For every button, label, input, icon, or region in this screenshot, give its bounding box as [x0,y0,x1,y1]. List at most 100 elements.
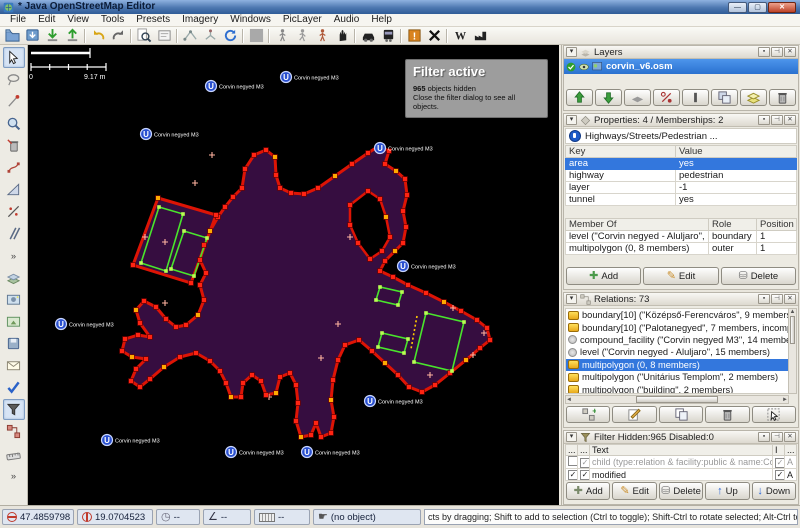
sticky-icon[interactable]: ▪ [758,115,770,125]
vertical-scrollbar[interactable]: ▲ [788,308,797,394]
menu-help[interactable]: Help [365,14,398,26]
walk-a-icon[interactable] [272,27,292,44]
trash-button[interactable] [769,89,796,106]
menu-windows[interactable]: Windows [224,14,277,26]
zoom-tool-icon[interactable] [3,113,25,134]
tag-row[interactable]: areayes [566,158,797,170]
relation-item[interactable]: multipolygon ("building", 2 members) [566,383,788,394]
preset-link[interactable]: Highways/Streets/Pedestrian ... [565,128,797,144]
measure-icon[interactable] [3,443,25,464]
validate-icon[interactable] [3,377,25,398]
layer-opacity-button[interactable] [653,89,680,106]
layer-down-button[interactable] [595,89,622,106]
industrial-icon[interactable] [470,27,490,44]
close-tool-icon[interactable] [424,27,444,44]
hide-checkbox[interactable]: ✓ [580,470,590,480]
menu-view[interactable]: View [61,14,95,26]
refresh-icon[interactable] [220,27,240,44]
minimize-button[interactable]: — [728,2,747,13]
bus-icon[interactable] [378,27,398,44]
edit-tag-button[interactable]: ✎Edit [643,267,718,285]
tag-row[interactable]: tunnelyes [566,194,797,206]
membership-row[interactable]: multipolygon (0, 8 members)outer1 [566,243,797,255]
relation-item[interactable]: boundary[10] ("Palotanegyed", 7 members,… [566,321,788,333]
car-icon[interactable] [358,27,378,44]
layer-marker-button[interactable] [682,89,709,106]
collapse-icon[interactable]: ▾ [566,115,577,125]
sticky-icon[interactable]: ▪ [758,47,770,57]
delete-tag-button[interactable]: ⛁Delete [721,267,796,285]
collapse-icon[interactable]: ▾ [566,432,577,442]
move-up-button[interactable]: ↑Up [705,482,749,500]
sticky-icon[interactable]: ▪ [758,432,770,442]
enable-checkbox[interactable] [568,456,578,466]
letter-w-icon[interactable]: W [450,27,470,44]
sticky-icon[interactable]: ▪ [758,294,770,304]
tag-row[interactable]: layer-1 [566,182,797,194]
improve-accuracy-tool-icon[interactable] [3,179,25,200]
follow-line-tool-icon[interactable] [3,157,25,178]
maximize-button[interactable]: ▢ [748,2,767,13]
filter-row[interactable]: ✓ ✓ modified ✓ A [566,469,797,481]
relation-item[interactable]: level ("Corvin negyed - Aluljaro", 15 me… [566,346,788,358]
zoom-selection-icon[interactable] [134,27,154,44]
horizontal-scrollbar[interactable]: ◄► [565,395,789,404]
unpin-icon[interactable]: ⊣ [771,115,783,125]
membership-row[interactable]: level ("Corvin negyed - Aluljaro", 15 me… [566,231,797,243]
rel-new-button[interactable]: + [566,406,610,423]
more-tools-icon[interactable]: » [3,245,25,266]
save-icon[interactable] [22,27,42,44]
collapse-icon[interactable]: ▾ [566,294,577,304]
split-tool-icon[interactable] [3,201,25,222]
upload-icon[interactable] [62,27,82,44]
edit-filter-button[interactable]: ✎Edit [612,482,656,500]
restriction-icon[interactable]: ! [404,27,424,44]
blank-icon[interactable] [246,27,266,44]
invert-checkbox[interactable]: ✓ [775,470,785,480]
rel-duplicate-button[interactable] [659,406,703,423]
filter-row[interactable]: ✓ child (type:relation & facility:public… [566,456,797,469]
rel-select-button[interactable] [752,406,796,423]
unpin-icon[interactable]: ⊣ [771,294,783,304]
layer-row[interactable]: corvin_v6.osm [564,59,798,74]
add-tag-button[interactable]: ✚Add [566,267,641,285]
walk-c-icon[interactable] [312,27,332,44]
map-canvas[interactable]: 09.17 mUCorvin negyed M3UCorvin negyed M… [28,45,559,505]
select-tool-icon[interactable] [3,47,25,68]
close-panel-icon[interactable]: ✕ [784,115,796,125]
delete-filter-button[interactable]: ⛁Delete [659,482,703,500]
open-icon[interactable] [2,27,22,44]
rel-edit-button[interactable] [612,406,656,423]
layer-duplicate-button[interactable] [711,89,738,106]
close-button[interactable]: ✕ [768,2,796,13]
menu-tools[interactable]: Tools [95,14,130,26]
menu-imagery[interactable]: Imagery [176,14,224,26]
close-panel-icon[interactable]: ✕ [784,294,796,304]
note-icon[interactable] [3,355,25,376]
delete-tool-icon[interactable] [3,135,25,156]
redo-icon[interactable] [108,27,128,44]
session-icon[interactable] [3,333,25,354]
download-icon[interactable] [42,27,62,44]
relation-edit-icon[interactable] [3,421,25,442]
close-panel-icon[interactable]: ✕ [784,47,796,57]
menu-edit[interactable]: Edit [32,14,61,26]
layer-up-button[interactable] [566,89,593,106]
layer-visible-eye-icon[interactable] [579,62,589,72]
collapse-icon[interactable]: ▾ [566,47,577,57]
close-panel-icon[interactable]: ✕ [784,432,796,442]
relation-item-selected[interactable]: multipolygon (0, 8 members) [566,359,788,371]
node-style-icon[interactable] [200,27,220,44]
layer-merge-button[interactable] [740,89,767,106]
invert-checkbox[interactable]: ✓ [775,458,785,468]
menu-piclayer[interactable]: PicLayer [277,14,328,26]
unpin-icon[interactable]: ⊣ [771,432,783,442]
relation-item[interactable]: multipolygon ("Unitárius Templom", 2 mem… [566,371,788,383]
preferences-icon[interactable] [154,27,174,44]
walk-b-icon[interactable] [292,27,312,44]
hide-checkbox[interactable]: ✓ [580,458,590,468]
relation-item[interactable]: compound_facility ("Corvin negyed M3", 1… [566,334,788,346]
menu-file[interactable]: File [4,14,32,26]
draw-tool-icon[interactable] [3,91,25,112]
enable-checkbox[interactable]: ✓ [568,470,578,480]
